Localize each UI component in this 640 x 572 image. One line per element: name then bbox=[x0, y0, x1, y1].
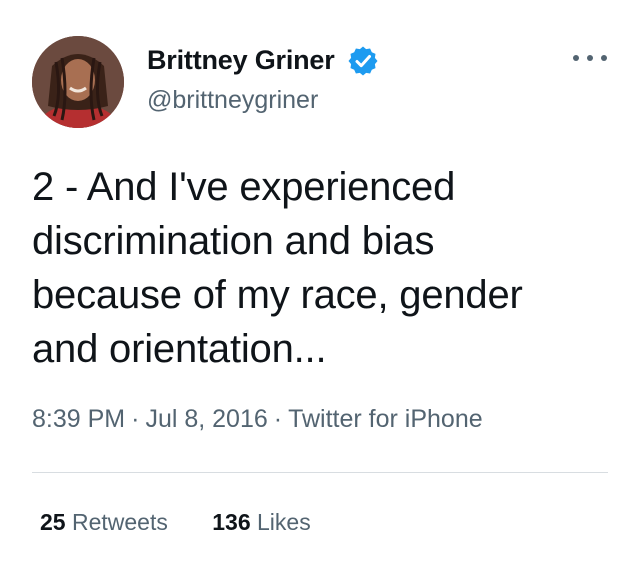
tweet-text-line: because of my race, gender bbox=[32, 273, 523, 317]
likes-label: Likes bbox=[257, 509, 311, 535]
tweet-source[interactable]: Twitter for iPhone bbox=[288, 405, 483, 433]
retweets-label: Retweets bbox=[71, 509, 168, 535]
dot bbox=[587, 55, 593, 61]
separator: · bbox=[273, 405, 283, 433]
tweet-text-line: and orientation... bbox=[32, 327, 327, 371]
tweet-text-line: discrimination and bias bbox=[32, 219, 435, 263]
divider bbox=[32, 472, 608, 473]
tweet-text: 2 - And I've experienced discrimination … bbox=[32, 160, 622, 376]
dot bbox=[573, 55, 579, 61]
display-name[interactable]: Brittney Griner bbox=[147, 45, 335, 76]
avatar[interactable] bbox=[32, 36, 124, 128]
tweet-time[interactable]: 8:39 PM bbox=[32, 405, 125, 433]
tweet-stats: 25 Retweets 136 Likes bbox=[40, 509, 349, 536]
dot bbox=[601, 55, 607, 61]
author-handle[interactable]: @brittneygriner bbox=[147, 86, 318, 115]
tweet-metadata: 8:39 PM · Jul 8, 2016 · Twitter for iPhone bbox=[32, 405, 483, 434]
tweet-text-line: 2 - And I've experienced bbox=[32, 165, 456, 209]
tweet-date[interactable]: Jul 8, 2016 bbox=[145, 405, 267, 433]
more-options-icon[interactable] bbox=[573, 46, 607, 70]
likes-stat[interactable]: 136 Likes bbox=[212, 509, 310, 536]
retweets-count: 25 bbox=[40, 509, 66, 535]
likes-count: 136 bbox=[212, 509, 251, 535]
avatar-image bbox=[32, 36, 124, 128]
verified-badge-icon bbox=[347, 45, 379, 77]
separator: · bbox=[131, 405, 140, 433]
tweet-card: Brittney Griner @brittneygriner 2 - And … bbox=[0, 0, 640, 572]
retweets-stat[interactable]: 25 Retweets bbox=[40, 509, 168, 536]
